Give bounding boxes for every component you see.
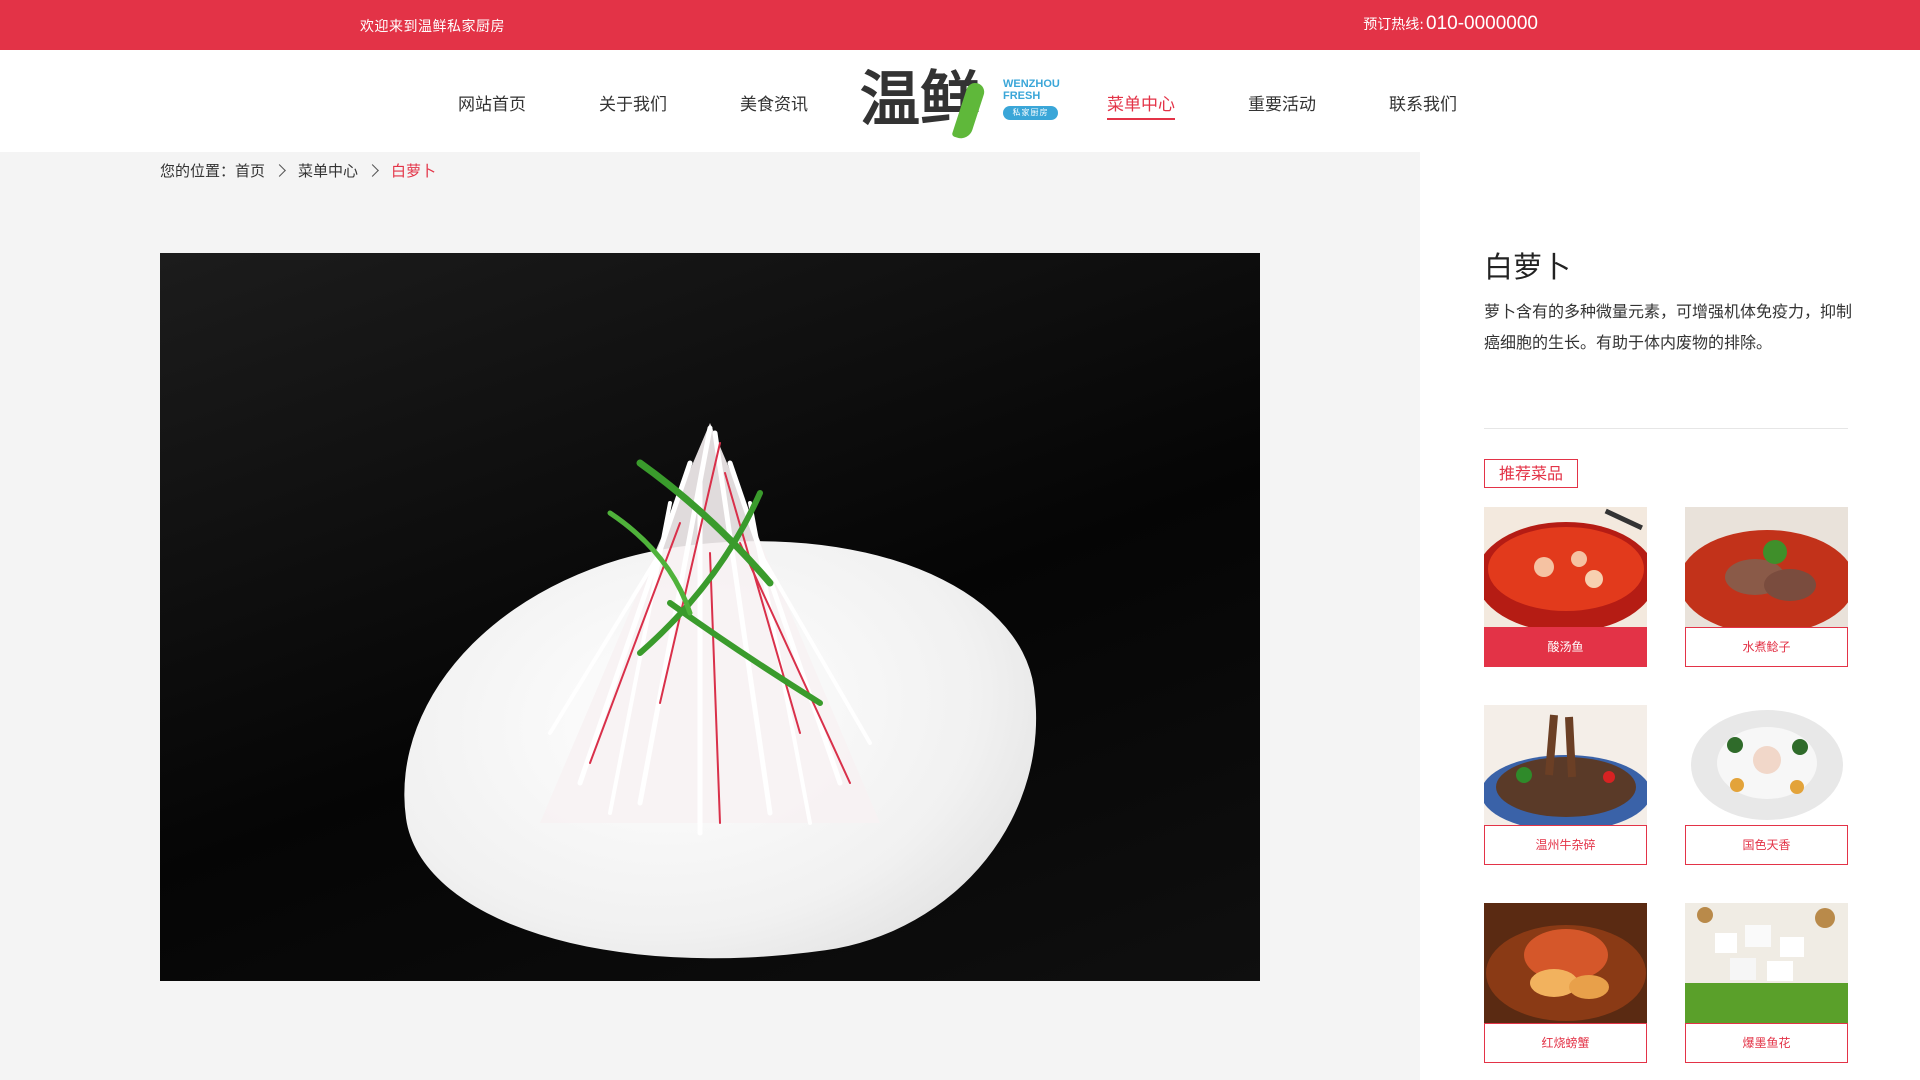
recommend-card-name: 国色天香 <box>1685 825 1848 865</box>
recommend-card-wenzhou-beef[interactable]: 温州牛杂碎 <box>1484 705 1647 866</box>
shredded-radish-illustration <box>540 423 880 836</box>
hotline: 预订热线: 010-0000000 <box>1363 13 1538 35</box>
dish-thumbnail <box>1484 507 1647 627</box>
dish-thumbnail <box>1484 903 1647 1023</box>
nav-item-contact[interactable]: 联系我们 <box>1389 90 1457 120</box>
recommend-card-name: 水煮鲶子 <box>1685 627 1848 667</box>
recommend-card-name: 爆墨鱼花 <box>1685 1023 1848 1063</box>
logo-badge: 私家厨房 <box>1003 106 1058 120</box>
dish-description: 萝卜含有的多种微量元素，可增强机体免疫力，抑制癌细胞的生长。有助于体内废物的排除… <box>1484 302 1853 352</box>
dish-thumbnail <box>1484 705 1647 825</box>
breadcrumb-prefix: 您的位置： <box>160 162 236 180</box>
breadcrumb-menu-center[interactable]: 菜单中心 <box>298 160 358 181</box>
breadcrumb-current: 白萝卜 <box>391 162 437 180</box>
breadcrumb: 您的位置： 首页 菜单中心 白萝卜 <box>160 160 436 181</box>
recommend-card-squid-flower[interactable]: 爆墨鱼花 <box>1685 903 1848 1064</box>
recommend-card-braised-crab[interactable]: 红烧螃蟹 <box>1484 903 1647 1064</box>
top-bar: 欢迎来到温鲜私家厨房 预订热线: 010-0000000 <box>0 0 1920 50</box>
nav-item-home[interactable]: 网站首页 <box>458 90 526 120</box>
breadcrumb-home[interactable]: 首页 <box>235 160 265 181</box>
divider <box>1484 428 1848 429</box>
sidebar: 白萝卜 萝卜含有的多种微量元素，可增强机体免疫力，抑制癌细胞的生长。有助于体内废… <box>1420 152 1920 1080</box>
welcome-text: 欢迎来到温鲜私家厨房 <box>360 19 505 35</box>
nav-item-events[interactable]: 重要活动 <box>1248 90 1316 120</box>
recommend-card-boiled-fish[interactable]: 水煮鲶子 <box>1685 507 1848 668</box>
recommend-card-national-beauty[interactable]: 国色天香 <box>1685 705 1848 866</box>
dish-thumbnail <box>1685 705 1848 825</box>
logo-english-line1: WENZHOU <box>1003 78 1060 90</box>
dish-title: 白萝卜 <box>1484 250 1572 284</box>
recommend-card-name: 温州牛杂碎 <box>1484 825 1647 865</box>
nav-item-about[interactable]: 关于我们 <box>599 90 667 120</box>
logo-english: WENZHOU FRESH <box>1003 78 1060 102</box>
recommend-card-name: 红烧螃蟹 <box>1484 1023 1647 1063</box>
recommend-card-sour-soup-fish[interactable]: 酸汤鱼 <box>1484 507 1647 668</box>
recommended-dishes-label: 推荐菜品 <box>1484 459 1579 488</box>
dish-photo <box>160 253 1260 981</box>
site-header: 网站首页 关于我们 美食资讯 温鲜 WENZHOU FRESH 私家厨房 菜单中… <box>0 50 1920 152</box>
site-logo[interactable]: 温鲜 WENZHOU FRESH 私家厨房 <box>860 60 1060 144</box>
hotline-label: 预订热线: <box>1363 17 1424 33</box>
nav-item-food-news[interactable]: 美食资讯 <box>740 90 808 120</box>
recommend-card-name: 酸汤鱼 <box>1484 627 1647 667</box>
logo-english-line2: FRESH <box>1003 90 1041 102</box>
hotline-number: 010-0000000 <box>1426 13 1538 34</box>
chevron-right-icon <box>366 164 379 177</box>
nav-item-menu-center[interactable]: 菜单中心 <box>1107 90 1175 120</box>
dish-thumbnail <box>1685 903 1848 1023</box>
chevron-right-icon <box>273 164 286 177</box>
dish-thumbnail <box>1685 507 1848 627</box>
